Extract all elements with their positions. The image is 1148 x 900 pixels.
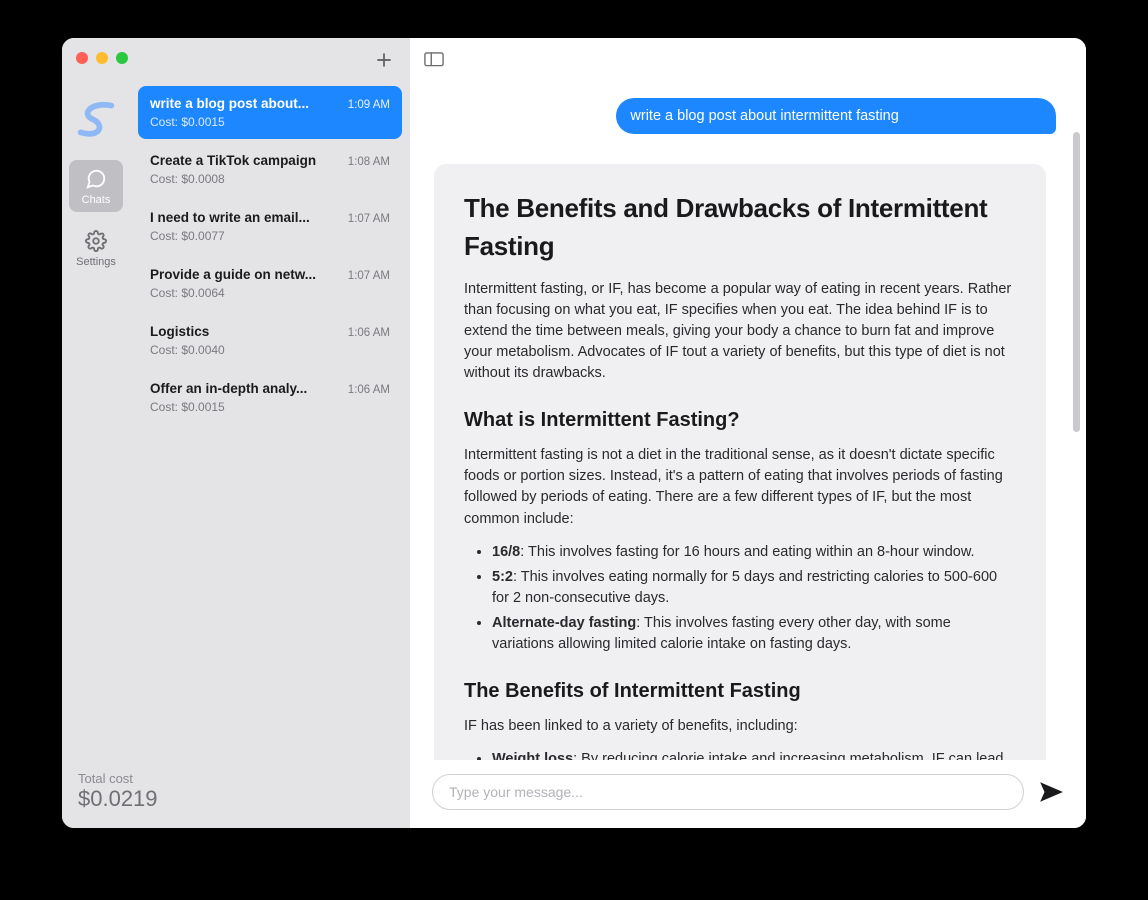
nav-rail: Chats Settings [62,38,130,828]
new-chat-button[interactable] [372,48,396,72]
send-button[interactable] [1038,779,1064,805]
assistant-message: The Benefits and Drawbacks of Intermitte… [434,164,1046,760]
scrollbar-thumb[interactable] [1073,132,1080,432]
chat-item-title: I need to write an email... [150,210,310,225]
composer [410,760,1086,828]
article-title: The Benefits and Drawbacks of Intermitte… [464,190,1016,265]
chat-item-title: Offer an in-depth analy... [150,381,307,396]
chat-item-title: Create a TikTok campaign [150,153,316,168]
article-list-benefits: Weight loss: By reducing calorie intake … [464,749,1016,760]
plus-icon [374,50,394,70]
conversation-scroll[interactable]: write a blog post about intermittent fas… [410,82,1086,760]
chat-item-cost: Cost: $0.0015 [150,115,390,129]
close-icon[interactable] [76,52,88,64]
chat-item-time: 1:07 AM [348,213,390,225]
gear-icon [85,230,107,252]
chat-list-item[interactable]: Create a TikTok campaign 1:08 AM Cost: $0.… [138,143,402,196]
cost-footer: Total cost $0.0219 [62,759,410,828]
chat-item-time: 1:09 AM [348,99,390,111]
chat-list-item[interactable]: Logistics 1:06 AM Cost: $0.0040 [138,314,402,367]
app-window: Chats Settings write a blog post about..… [62,38,1086,828]
chat-item-title: Provide a guide on netw... [150,267,316,282]
total-cost-label: Total cost [78,771,394,786]
chat-list-item[interactable]: write a blog post about... 1:09 AM Cost: $… [138,86,402,139]
conversation-header [410,38,1086,82]
sidebar-icon [424,52,444,67]
nav-chats-label: Chats [82,194,111,206]
user-message-bubble: write a blog post about intermittent fas… [616,98,1056,134]
list-item: Weight loss: By reducing calorie intake … [492,749,1016,760]
toggle-sidebar-button[interactable] [424,52,444,68]
article-h2-benefits: The Benefits of Intermittent Fasting [464,677,1016,706]
article-h2-what-is: What is Intermittent Fasting? [464,406,1016,435]
chat-list-item[interactable]: I need to write an email... 1:07 AM Cost: … [138,200,402,253]
chat-list: write a blog post about... 1:09 AM Cost: $… [130,82,410,828]
chat-item-time: 1:07 AM [348,270,390,282]
chat-list-item[interactable]: Offer an in-depth analy... 1:06 AM Cost: $… [138,371,402,424]
chat-icon [85,168,107,190]
app-logo-icon [73,96,119,142]
chat-item-cost: Cost: $0.0015 [150,400,390,414]
article-p-what-is: Intermittent fasting is not a diet in th… [464,445,1016,529]
list-item: Alternate-day fasting: This involves fas… [492,613,1016,655]
chat-list-item[interactable]: Provide a guide on netw... 1:07 AM Cost: $… [138,257,402,310]
chat-item-cost: Cost: $0.0064 [150,286,390,300]
chat-item-time: 1:08 AM [348,156,390,168]
user-message-text: write a blog post about intermittent fas… [630,108,898,124]
chat-item-title: Logistics [150,324,209,339]
chat-list-panel: write a blog post about... 1:09 AM Cost: $… [130,38,410,828]
window-controls [76,52,128,64]
chat-item-time: 1:06 AM [348,384,390,396]
nav-settings-button[interactable]: Settings [69,222,123,274]
nav-settings-label: Settings [76,256,116,268]
message-input[interactable] [432,774,1024,810]
conversation-panel: write a blog post about intermittent fas… [410,38,1086,828]
maximize-icon[interactable] [116,52,128,64]
total-cost-value: $0.0219 [78,786,394,812]
chat-list-header [130,38,410,82]
list-item: 5:2: This involves eating normally for 5… [492,567,1016,609]
send-icon [1038,779,1064,805]
article-intro: Intermittent fasting, or IF, has become … [464,279,1016,384]
chat-item-time: 1:06 AM [348,327,390,339]
chat-item-cost: Cost: $0.0008 [150,172,390,186]
article-p-benefits: IF has been linked to a variety of benef… [464,716,1016,737]
nav-chats-button[interactable]: Chats [69,160,123,212]
minimize-icon[interactable] [96,52,108,64]
chat-item-title: write a blog post about... [150,96,309,111]
chat-item-cost: Cost: $0.0077 [150,229,390,243]
article-list-types: 16/8: This involves fasting for 16 hours… [464,542,1016,655]
chat-item-cost: Cost: $0.0040 [150,343,390,357]
list-item: 16/8: This involves fasting for 16 hours… [492,542,1016,563]
